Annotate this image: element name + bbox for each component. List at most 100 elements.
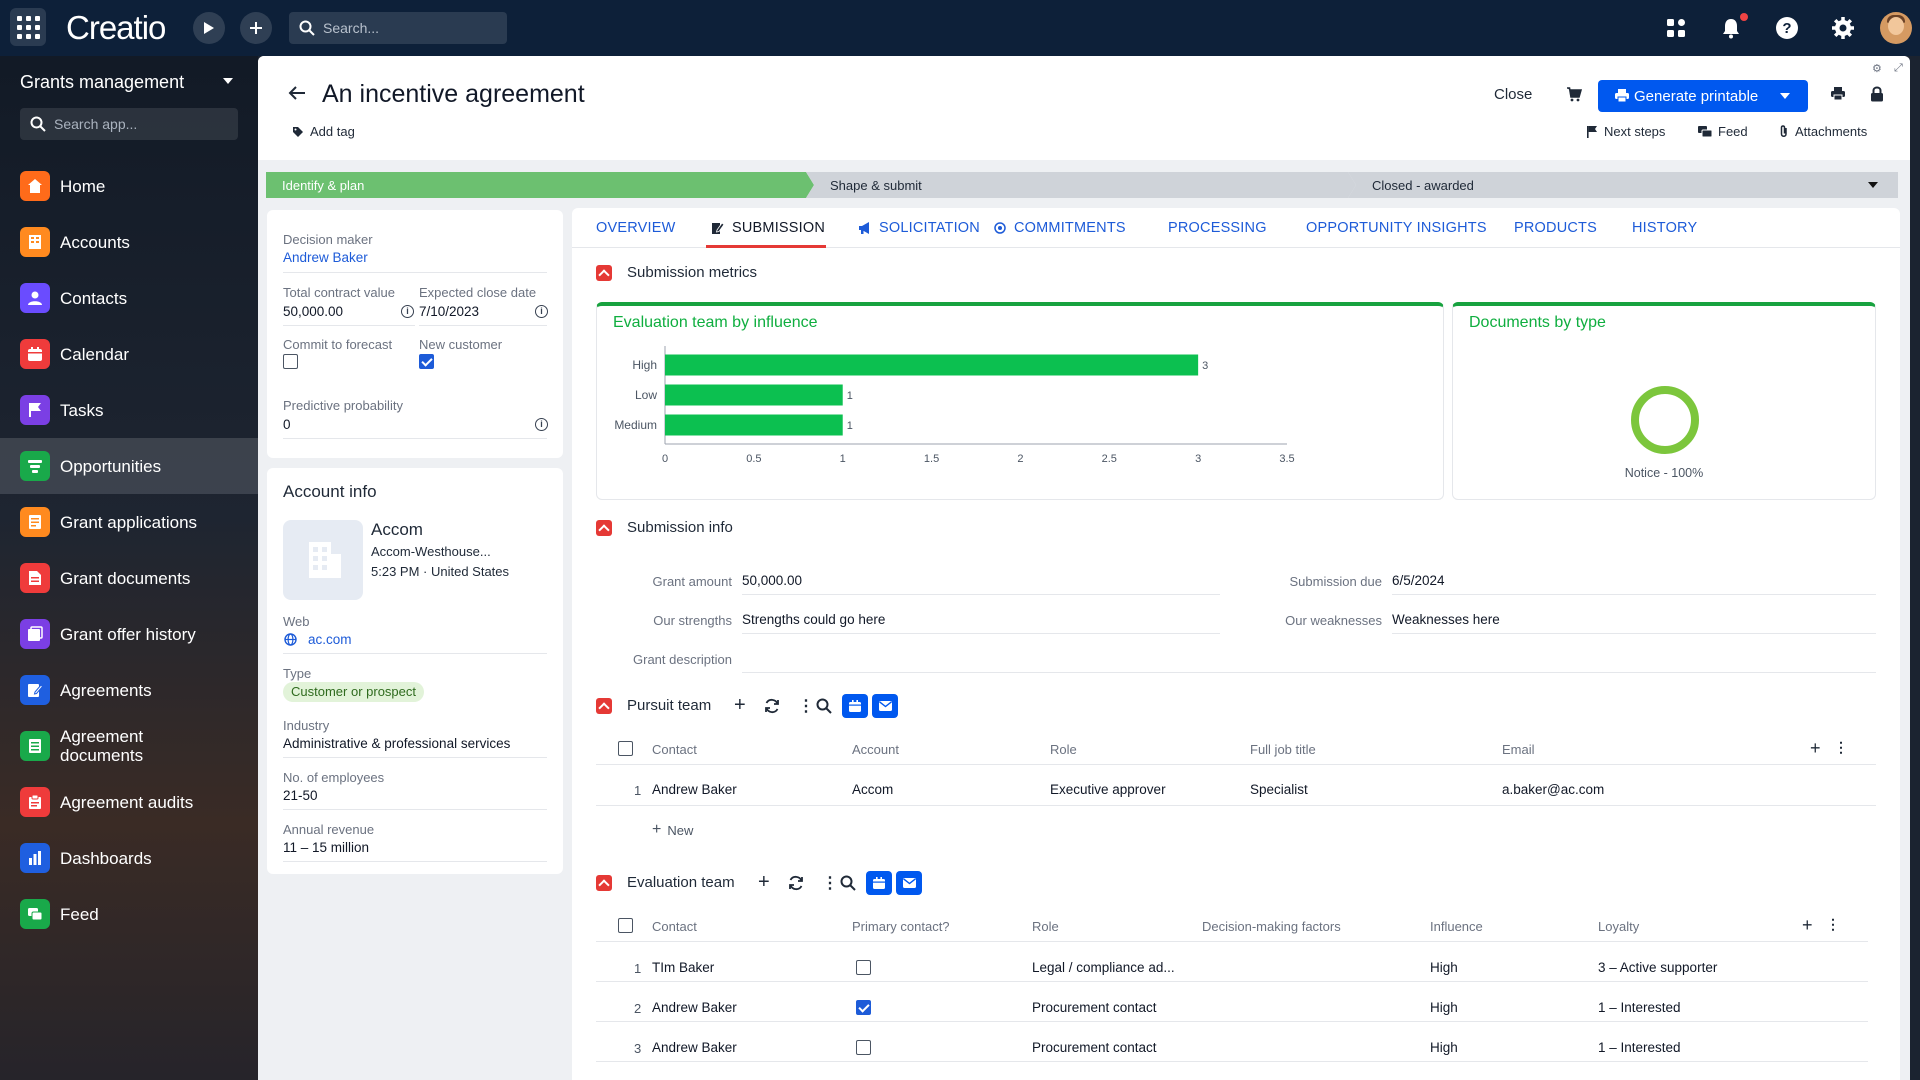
submission-due-field[interactable]: 6/5/2024 bbox=[1392, 573, 1445, 588]
evaluation-team-header[interactable]: Evaluation team bbox=[596, 874, 735, 891]
account-name[interactable]: Accom bbox=[371, 520, 423, 540]
tab-commitments[interactable]: COMMITMENTS bbox=[994, 220, 1126, 236]
sidebar-item-grant-applications[interactable]: Grant applications bbox=[0, 494, 258, 550]
sidebar-item-home[interactable]: Home bbox=[0, 158, 258, 214]
commit-forecast-checkbox[interactable] bbox=[283, 354, 298, 369]
predictive-probability-field[interactable]: 0 bbox=[283, 417, 291, 432]
settings-small-icon[interactable]: ⚙ bbox=[1872, 62, 1882, 75]
refresh-icon[interactable] bbox=[788, 875, 804, 891]
help-icon[interactable]: ? bbox=[1773, 14, 1801, 42]
collapse-icon[interactable] bbox=[596, 697, 612, 714]
pursuit-team-header[interactable]: Pursuit team bbox=[596, 697, 711, 714]
add-icon[interactable]: + bbox=[734, 694, 746, 717]
sidebar-item-agreements[interactable]: Agreements bbox=[0, 662, 258, 718]
stage-shape-submit[interactable]: Shape & submit bbox=[806, 172, 1356, 198]
primary-contact-checkbox[interactable] bbox=[856, 960, 871, 975]
collapse-icon[interactable] bbox=[596, 519, 612, 536]
tab-overview[interactable]: OVERVIEW bbox=[596, 220, 676, 236]
contact-link[interactable]: Andrew Baker bbox=[652, 1040, 737, 1055]
app-launcher-icon[interactable] bbox=[10, 8, 46, 46]
bar-low[interactable] bbox=[665, 384, 843, 406]
feed-link[interactable]: Feed bbox=[1698, 124, 1748, 139]
select-all-checkbox[interactable] bbox=[618, 918, 633, 933]
search-icon[interactable] bbox=[840, 875, 856, 891]
stage-identify-plan[interactable]: Identify & plan bbox=[266, 172, 814, 198]
email-action-icon[interactable] bbox=[896, 871, 922, 895]
column-header[interactable]: Contact bbox=[652, 919, 697, 934]
add-tag-button[interactable]: Add tag bbox=[292, 124, 355, 139]
expected-close-field[interactable]: 7/10/2023 bbox=[419, 304, 479, 319]
more-vertical-icon[interactable]: ⋮ bbox=[798, 696, 814, 716]
column-header[interactable]: Account bbox=[852, 742, 899, 757]
web-link[interactable]: ac.com bbox=[308, 632, 352, 647]
info-icon[interactable]: i bbox=[535, 418, 548, 431]
attachments-link[interactable]: Attachments bbox=[1779, 124, 1867, 139]
chevron-down-icon[interactable] bbox=[1868, 182, 1878, 188]
collapse-icon[interactable] bbox=[596, 264, 612, 281]
grant-amount-field[interactable]: 50,000.00 bbox=[742, 573, 802, 588]
column-header[interactable]: Loyalty bbox=[1598, 919, 1639, 934]
global-search-input[interactable]: Search... bbox=[289, 12, 507, 44]
sidebar-item-agreement-documents[interactable]: Agreement documents bbox=[0, 718, 258, 774]
plus-icon[interactable] bbox=[240, 12, 272, 44]
column-header[interactable]: Full job title bbox=[1250, 742, 1316, 757]
column-header[interactable]: Influence bbox=[1430, 919, 1483, 934]
apps-icon[interactable] bbox=[1662, 14, 1690, 42]
app-switcher[interactable]: Grants management bbox=[20, 72, 184, 93]
sidebar-item-agreement-audits[interactable]: Agreement audits bbox=[0, 774, 258, 830]
contact-link[interactable]: Andrew Baker bbox=[652, 782, 737, 797]
tab-solicitation[interactable]: SOLICITATION bbox=[858, 220, 980, 236]
generate-printable-button[interactable]: Generate printable bbox=[1598, 80, 1808, 112]
tab-submission[interactable]: SUBMISSION bbox=[712, 220, 825, 236]
bar-high[interactable] bbox=[665, 354, 1199, 376]
sidebar-item-dashboards[interactable]: Dashboards bbox=[0, 830, 258, 886]
column-header[interactable]: Contact bbox=[652, 742, 697, 757]
primary-contact-checkbox[interactable] bbox=[856, 1000, 871, 1015]
add-column-icon[interactable]: + bbox=[1810, 738, 1821, 759]
more-vertical-icon[interactable]: ⋮ bbox=[1834, 739, 1848, 756]
calendar-action-icon[interactable] bbox=[842, 694, 868, 718]
play-icon[interactable] bbox=[193, 12, 225, 44]
app-search-input[interactable]: Search app... bbox=[20, 108, 238, 140]
total-contract-field[interactable]: 50,000.00 bbox=[283, 304, 343, 319]
contact-link[interactable]: Andrew Baker bbox=[652, 1000, 737, 1015]
column-header[interactable]: Role bbox=[1050, 742, 1077, 757]
stage-closed-awarded[interactable]: Closed - awarded bbox=[1348, 172, 1898, 198]
tab-products[interactable]: PRODUCTS bbox=[1514, 220, 1597, 236]
collapse-icon[interactable] bbox=[596, 874, 612, 891]
tab-history[interactable]: HISTORY bbox=[1632, 220, 1697, 236]
sidebar-item-grant-offer-history[interactable]: Grant offer history bbox=[0, 606, 258, 662]
sidebar-item-tasks[interactable]: Tasks bbox=[0, 382, 258, 438]
user-avatar[interactable] bbox=[1880, 12, 1912, 44]
primary-contact-checkbox[interactable] bbox=[856, 1040, 871, 1055]
add-column-icon[interactable]: + bbox=[1802, 915, 1813, 936]
email-action-icon[interactable] bbox=[872, 694, 898, 718]
column-header[interactable]: Decision-making factors bbox=[1202, 919, 1341, 934]
more-vertical-icon[interactable]: ⋮ bbox=[1826, 916, 1840, 933]
add-icon[interactable]: + bbox=[758, 871, 770, 894]
contact-link[interactable]: TIm Baker bbox=[652, 960, 714, 975]
chevron-down-icon[interactable] bbox=[1780, 93, 1790, 99]
calendar-action-icon[interactable] bbox=[866, 871, 892, 895]
search-icon[interactable] bbox=[816, 698, 832, 714]
email-cell[interactable]: a.baker@ac.com bbox=[1502, 782, 1604, 797]
next-steps-link[interactable]: Next steps bbox=[1587, 124, 1665, 139]
chevron-down-icon[interactable] bbox=[223, 78, 233, 84]
more-vertical-icon[interactable]: ⋮ bbox=[822, 873, 838, 893]
gear-icon[interactable] bbox=[1829, 14, 1857, 42]
decision-maker-link[interactable]: Andrew Baker bbox=[283, 250, 368, 265]
sidebar-item-feed[interactable]: Feed bbox=[0, 886, 258, 942]
cart-icon[interactable] bbox=[1566, 86, 1583, 107]
sidebar-item-grant-documents[interactable]: Grant documents bbox=[0, 550, 258, 606]
tab-processing[interactable]: PROCESSING bbox=[1168, 220, 1267, 236]
new-row-button[interactable]: + New bbox=[652, 821, 693, 839]
sidebar-item-contacts[interactable]: Contacts bbox=[0, 270, 258, 326]
strengths-field[interactable]: Strengths could go here bbox=[742, 612, 885, 627]
close-button[interactable]: Close bbox=[1494, 86, 1532, 103]
grant-description-field[interactable] bbox=[742, 672, 1876, 673]
lock-icon[interactable] bbox=[1870, 86, 1884, 107]
printer-icon[interactable] bbox=[1830, 86, 1846, 106]
submission-metrics-header[interactable]: Submission metrics bbox=[596, 264, 757, 281]
new-customer-checkbox[interactable] bbox=[419, 354, 434, 369]
sidebar-item-calendar[interactable]: Calendar bbox=[0, 326, 258, 382]
